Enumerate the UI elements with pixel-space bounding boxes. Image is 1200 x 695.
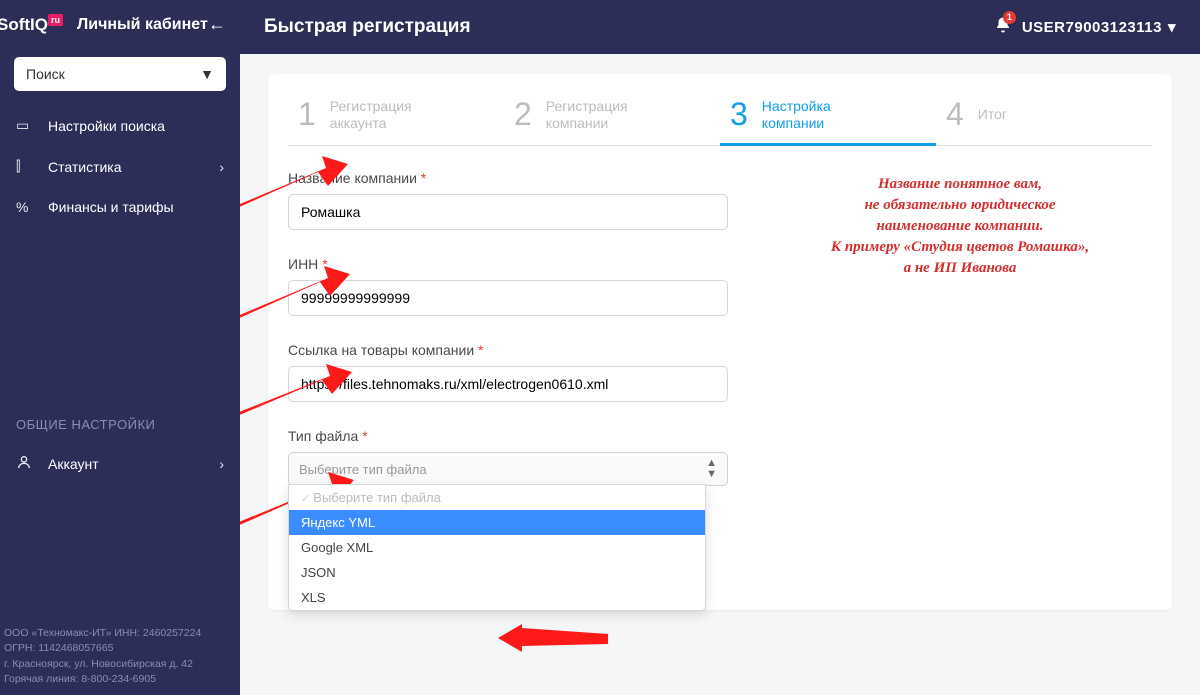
- chevron-down-icon: ▾: [1168, 18, 1176, 36]
- search-label: Поиск: [26, 66, 65, 82]
- sidebar: SoftIQru Личный кабинет ← Поиск ▼ ▭ Наст…: [0, 0, 240, 695]
- user-menu[interactable]: USER79003123113 ▾: [1022, 18, 1176, 36]
- step-4[interactable]: 4Итог: [936, 92, 1152, 145]
- step-1[interactable]: 1Регистрацияаккаунта: [288, 92, 504, 145]
- chevron-down-icon: ▼: [200, 66, 214, 82]
- topbar: Быстрая регистрация 1 USER79003123113 ▾: [240, 0, 1200, 54]
- wizard-steps: 1Регистрацияаккаунта 2Регистрациякомпани…: [288, 92, 1152, 146]
- annotation-arrow: [240, 264, 350, 374]
- section-general: ОБЩИЕ НАСТРОЙКИ: [0, 407, 240, 442]
- percent-icon: %: [16, 199, 36, 215]
- bell-icon[interactable]: 1: [994, 16, 1012, 39]
- card-icon: ▭: [16, 117, 36, 134]
- inn-input[interactable]: [288, 280, 728, 316]
- card-wizard: 1Регистрацияаккаунта 2Регистрациякомпани…: [268, 74, 1172, 610]
- dd-option-google[interactable]: Google XML: [289, 535, 705, 560]
- notification-badge: 1: [1003, 11, 1016, 24]
- sidebar-item-label: Финансы и тарифы: [48, 199, 174, 215]
- cabinet-title: Личный кабинет: [77, 16, 208, 34]
- hint-text: Название понятное вам, не обязательно юр…: [768, 170, 1152, 584]
- dd-option-xls[interactable]: XLS: [289, 585, 705, 610]
- collapse-icon[interactable]: ←: [208, 14, 226, 35]
- sidebar-item-statistics[interactable]: ⫿ Статистика ›: [0, 146, 240, 187]
- filetype-select[interactable]: Выберите тип файла ▲▼: [288, 452, 728, 486]
- sidebar-item-account[interactable]: Аккаунт ›: [0, 442, 240, 485]
- sidebar-item-label: Аккаунт: [48, 456, 99, 472]
- footer-info: ООО «Техномакс-ИТ» ИНН: 2460257224 ОГРН:…: [0, 626, 240, 695]
- company-input[interactable]: [288, 194, 728, 230]
- user-icon: [16, 454, 36, 473]
- sidebar-item-label: Настройки поиска: [48, 118, 165, 134]
- sidebar-item-search-settings[interactable]: ▭ Настройки поиска: [0, 105, 240, 146]
- sidebar-search-select[interactable]: Поиск ▼: [14, 57, 226, 91]
- chevron-right-icon: ›: [219, 456, 224, 472]
- annotation-arrow: [240, 364, 352, 464]
- inn-label: ИНН *: [288, 256, 728, 272]
- annotation-arrow: [498, 624, 608, 664]
- link-input[interactable]: [288, 366, 728, 402]
- page-title: Быстрая регистрация: [264, 16, 471, 38]
- chevron-right-icon: ›: [219, 159, 224, 175]
- dd-placeholder: Выберите тип файла: [289, 485, 705, 510]
- sidebar-item-finance[interactable]: % Финансы и тарифы: [0, 187, 240, 227]
- company-label: Название компании *: [288, 170, 728, 186]
- chart-icon: ⫿: [16, 158, 36, 175]
- stepper-icon: ▲▼: [706, 458, 717, 480]
- dd-option-json[interactable]: JSON: [289, 560, 705, 585]
- logo: SoftIQru: [0, 15, 63, 35]
- step-2[interactable]: 2Регистрациякомпании: [504, 92, 720, 145]
- link-label: Ссылка на товары компании *: [288, 342, 728, 358]
- sidebar-item-label: Статистика: [48, 159, 122, 175]
- filetype-label: Тип файла *: [288, 428, 728, 444]
- step-3[interactable]: 3Настройкакомпании: [720, 92, 936, 145]
- filetype-dropdown-menu: Выберите тип файла Яндекс YML Google XML…: [288, 484, 706, 611]
- annotation-arrow: [240, 154, 348, 274]
- dd-option-yandex[interactable]: Яндекс YML: [289, 510, 705, 535]
